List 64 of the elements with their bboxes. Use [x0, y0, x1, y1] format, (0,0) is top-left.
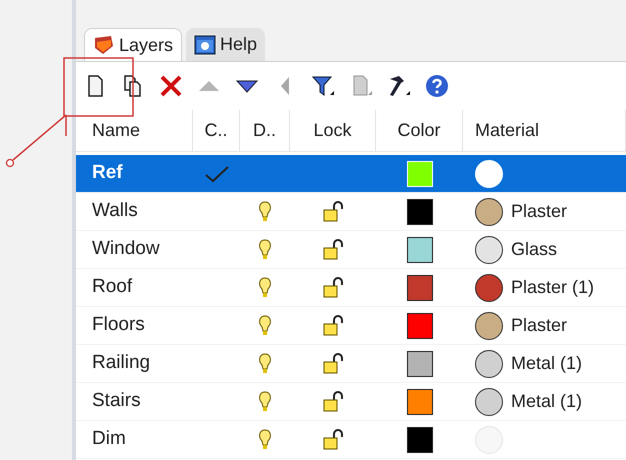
layer-row[interactable]: Floors Plaster	[76, 307, 626, 345]
layer-name: Floors	[92, 313, 145, 338]
layer-row[interactable]: Stairs Metal (1)	[76, 383, 626, 421]
layer-row[interactable]: Walls Plaster	[76, 193, 626, 231]
material-swatch[interactable]	[475, 388, 503, 416]
column-header[interactable]: C..	[193, 110, 240, 151]
layer-color-swatch[interactable]	[406, 388, 432, 414]
layer-name: Window	[92, 237, 160, 262]
layer-name: Railing	[92, 351, 150, 376]
layer-name: Dim	[92, 427, 126, 452]
material-swatch[interactable]	[475, 236, 503, 264]
material-swatch[interactable]	[475, 350, 503, 378]
material-name: Metal (1)	[511, 352, 582, 375]
layer-color-swatch[interactable]	[406, 274, 432, 300]
light-bulb-icon[interactable]	[258, 390, 272, 412]
material-name: Plaster (1)	[511, 276, 594, 299]
layer-color-swatch[interactable]	[406, 198, 432, 224]
light-bulb-icon[interactable]	[258, 352, 272, 374]
column-header[interactable]: Lock	[290, 110, 376, 151]
light-bulb-icon[interactable]	[258, 200, 272, 222]
open-padlock-icon[interactable]	[322, 314, 344, 336]
material-name: Metal (1)	[511, 390, 582, 413]
layer-name: Walls	[92, 199, 138, 224]
help-icon[interactable]	[424, 73, 450, 99]
layer-color-swatch[interactable]	[406, 350, 432, 376]
light-bulb-icon[interactable]	[258, 238, 272, 260]
column-header[interactable]: Name	[76, 110, 193, 151]
layer-row[interactable]: Roof Plaster (1)	[76, 269, 626, 307]
material-swatch[interactable]	[475, 274, 503, 302]
material-swatch[interactable]	[475, 198, 503, 226]
layer-color-swatch[interactable]	[406, 312, 432, 338]
open-padlock-icon[interactable]	[322, 352, 344, 374]
selected-layer-row[interactable]: Ref	[76, 155, 626, 193]
layer-name: Ref	[92, 161, 123, 186]
layer-color-swatch[interactable]	[406, 236, 432, 262]
layer-name: Roof	[92, 275, 132, 300]
panel-tab[interactable]: Help	[186, 28, 266, 61]
delete-icon[interactable]	[158, 73, 184, 99]
light-bulb-icon[interactable]	[258, 428, 272, 450]
material-swatch[interactable]	[475, 312, 503, 340]
column-header[interactable]: Color	[376, 110, 463, 151]
open-padlock-icon[interactable]	[322, 276, 344, 298]
column-header[interactable]: Material	[463, 110, 626, 151]
material-name: Glass	[511, 238, 558, 261]
highlight-frame	[63, 57, 134, 117]
material-name: Plaster	[511, 314, 568, 337]
layer-row[interactable]: Dim	[76, 421, 626, 459]
open-padlock-icon[interactable]	[322, 428, 344, 450]
layer-row[interactable]: Railing Metal (1)	[76, 345, 626, 383]
leader-line	[6, 114, 67, 168]
checkmark-icon[interactable]	[204, 164, 230, 184]
light-bulb-icon[interactable]	[258, 314, 272, 336]
panel-tab[interactable]: Layers	[84, 28, 182, 61]
open-padlock-icon[interactable]	[322, 238, 344, 260]
layer-row[interactable]: Window Glass	[76, 231, 626, 269]
layers-icon	[93, 34, 115, 56]
material-name: Plaster	[511, 200, 568, 223]
light-bulb-icon[interactable]	[258, 276, 272, 298]
column-header[interactable]: D..	[240, 110, 290, 151]
layer-color-swatch[interactable]	[406, 426, 432, 452]
open-padlock-icon[interactable]	[322, 390, 344, 412]
help-window-icon	[194, 34, 216, 54]
layer-name: Stairs	[92, 389, 141, 414]
open-padlock-icon[interactable]	[322, 200, 344, 222]
